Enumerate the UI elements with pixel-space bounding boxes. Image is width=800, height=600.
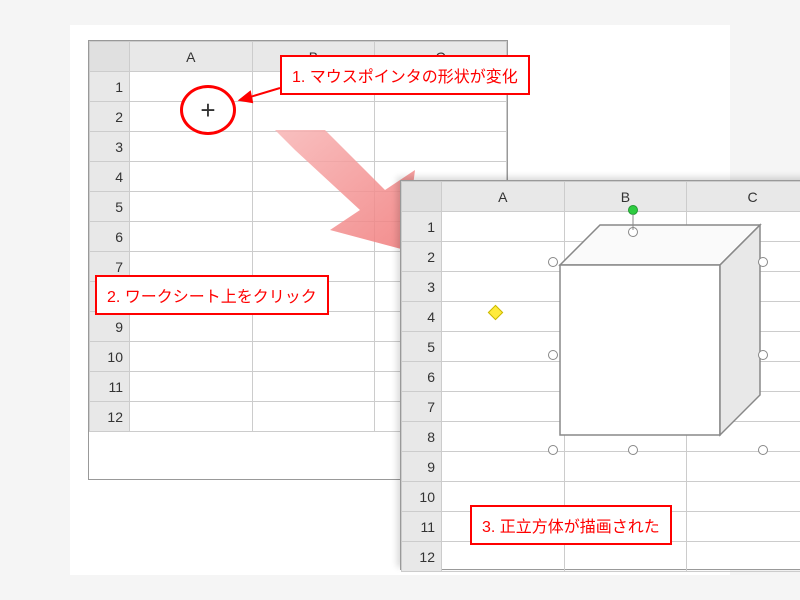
row-header[interactable]: 8 [402, 422, 442, 452]
cell[interactable] [130, 222, 253, 252]
resize-handle-topright[interactable] [758, 257, 768, 267]
cell[interactable] [130, 372, 253, 402]
row-header[interactable]: 1 [402, 212, 442, 242]
row-header[interactable]: 12 [402, 542, 442, 572]
row-header[interactable]: 3 [90, 132, 130, 162]
resize-handle-right[interactable] [758, 350, 768, 360]
cell[interactable] [130, 402, 253, 432]
cell[interactable] [564, 542, 687, 572]
select-all-corner[interactable] [402, 182, 442, 212]
row-header[interactable]: 4 [90, 162, 130, 192]
tutorial-container: A B C 1 2 3 4 5 6 7 8 9 10 11 12 + 1. マウ… [70, 25, 730, 575]
cell[interactable] [252, 402, 375, 432]
cell[interactable] [130, 342, 253, 372]
resize-handle-bottomright[interactable] [758, 445, 768, 455]
row-header[interactable]: 5 [90, 192, 130, 222]
cell[interactable] [130, 132, 253, 162]
cell[interactable] [442, 542, 565, 572]
cell[interactable] [252, 342, 375, 372]
callout-pointer-change: 1. マウスポインタの形状が変化 [280, 55, 530, 95]
row-header[interactable]: 10 [90, 342, 130, 372]
col-header-a[interactable]: A [442, 182, 565, 212]
resize-handle-left[interactable] [548, 350, 558, 360]
crosshair-icon: + [200, 95, 215, 126]
row-header[interactable]: 4 [402, 302, 442, 332]
select-all-corner[interactable] [90, 42, 130, 72]
col-header-c[interactable]: C [687, 182, 800, 212]
rotate-stick-icon [631, 214, 635, 230]
col-header-a[interactable]: A [130, 42, 253, 72]
row-header[interactable]: 6 [90, 222, 130, 252]
row-header[interactable]: 3 [402, 272, 442, 302]
resize-handle-bottomleft[interactable] [548, 445, 558, 455]
resize-handle-bottom[interactable] [628, 445, 638, 455]
cell[interactable] [252, 372, 375, 402]
callout-click-worksheet: 2. ワークシート上をクリック [95, 275, 329, 315]
row-header[interactable]: 2 [402, 242, 442, 272]
row-header[interactable]: 5 [402, 332, 442, 362]
row-header[interactable]: 11 [90, 372, 130, 402]
resize-handle-topleft[interactable] [548, 257, 558, 267]
cell[interactable] [375, 102, 507, 132]
cell[interactable] [252, 312, 375, 342]
row-header[interactable]: 1 [90, 72, 130, 102]
row-header[interactable]: 2 [90, 102, 130, 132]
cell[interactable] [130, 162, 253, 192]
row-header[interactable]: 12 [90, 402, 130, 432]
row-header[interactable]: 7 [402, 392, 442, 422]
row-header[interactable]: 9 [402, 452, 442, 482]
row-header[interactable]: 10 [402, 482, 442, 512]
col-header-b[interactable]: B [564, 182, 687, 212]
row-header[interactable]: 6 [402, 362, 442, 392]
cube-autoshape[interactable] [500, 215, 780, 465]
row-header[interactable]: 11 [402, 512, 442, 542]
crosshair-pointer-indicator: + [180, 85, 236, 135]
cell[interactable] [687, 542, 800, 572]
cell[interactable] [130, 312, 253, 342]
callout-cube-drawn: 3. 正立方体が描画された [470, 505, 672, 545]
cell[interactable] [687, 482, 800, 512]
cell[interactable] [687, 512, 800, 542]
row-header[interactable]: 9 [90, 312, 130, 342]
cell[interactable] [130, 192, 253, 222]
